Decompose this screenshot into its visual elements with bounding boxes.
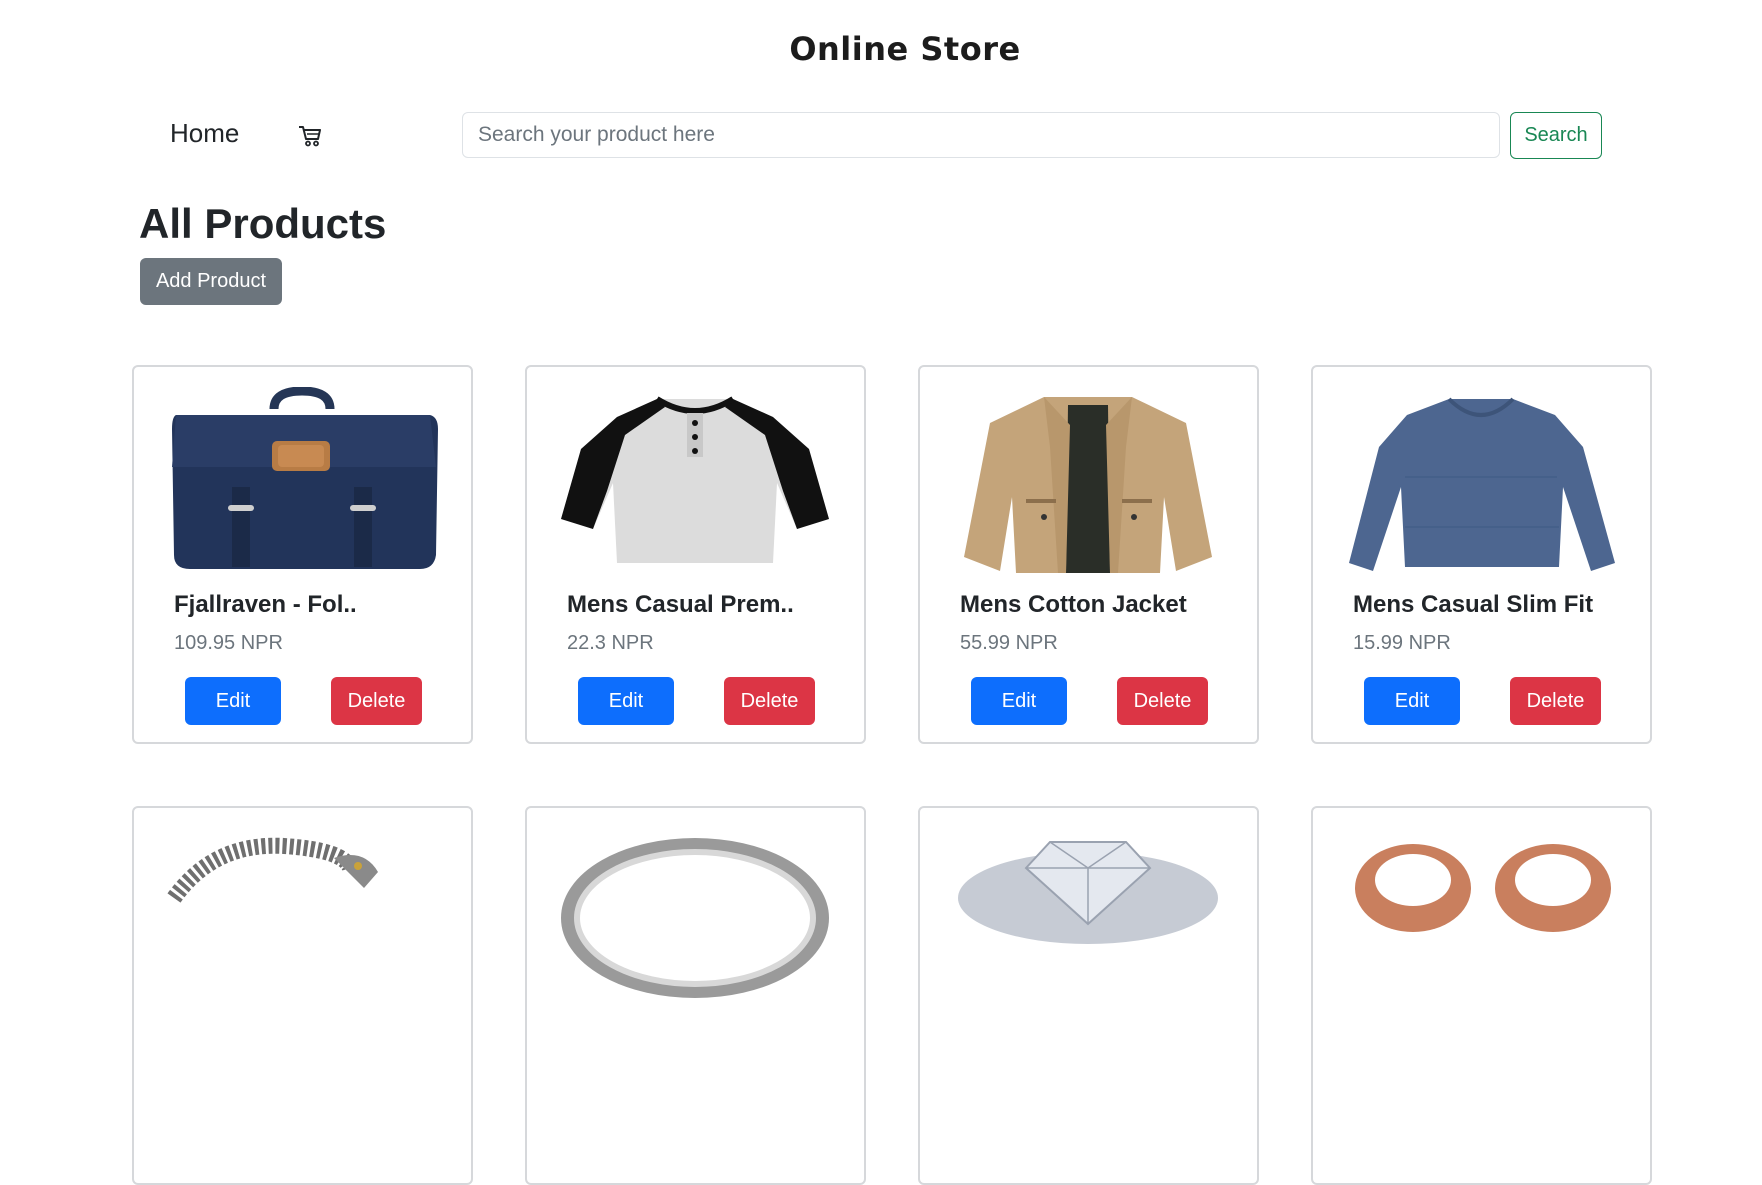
product-card: Mens Casual Slim Fit 15.99 NPR Edit Dele… (1311, 365, 1652, 744)
cart-icon[interactable] (297, 124, 323, 148)
product-card (132, 806, 473, 1185)
edit-button[interactable]: Edit (1364, 677, 1460, 725)
product-price: 109.95 NPR (174, 632, 283, 654)
product-card (1311, 806, 1652, 1185)
delete-button[interactable]: Delete (331, 677, 422, 725)
edit-button[interactable]: Edit (971, 677, 1067, 725)
product-price: 15.99 NPR (1353, 632, 1451, 654)
delete-button[interactable]: Delete (1117, 677, 1208, 725)
diamond-ring-image (940, 828, 1237, 1020)
product-price: 55.99 NPR (960, 632, 1058, 654)
search-input[interactable] (462, 112, 1500, 158)
product-card (918, 806, 1259, 1185)
product-title: Mens Casual Prem.. (567, 591, 794, 618)
jacket-image (940, 387, 1237, 579)
tshirt-image (547, 387, 844, 579)
product-title: Fjallraven - Fol.. (174, 591, 357, 618)
product-grid: Fjallraven - Fol.. 109.95 NPR Edit Delet… (132, 365, 1652, 1185)
delete-button[interactable]: Delete (724, 677, 815, 725)
edit-button[interactable]: Edit (185, 677, 281, 725)
add-product-button[interactable]: Add Product (140, 258, 282, 305)
backpack-image (154, 387, 451, 579)
earrings-image (1333, 828, 1630, 1020)
search-button[interactable]: Search (1510, 112, 1602, 159)
longsleeve-image (1333, 387, 1630, 579)
product-card: Mens Casual Prem.. 22.3 NPR Edit Delete (525, 365, 866, 744)
product-card: Mens Cotton Jacket 55.99 NPR Edit Delete (918, 365, 1259, 744)
nav-home-link[interactable]: Home (170, 118, 239, 149)
ring-image (547, 828, 844, 1020)
product-title: Mens Cotton Jacket (960, 591, 1187, 618)
store-title: Online Store (789, 30, 1021, 68)
bracelet-image (154, 828, 451, 1020)
page-title: All Products (139, 200, 387, 247)
product-card: Fjallraven - Fol.. 109.95 NPR Edit Delet… (132, 365, 473, 744)
edit-button[interactable]: Edit (578, 677, 674, 725)
product-title: Mens Casual Slim Fit (1353, 591, 1594, 618)
delete-button[interactable]: Delete (1510, 677, 1601, 725)
product-card (525, 806, 866, 1185)
product-price: 22.3 NPR (567, 632, 654, 654)
